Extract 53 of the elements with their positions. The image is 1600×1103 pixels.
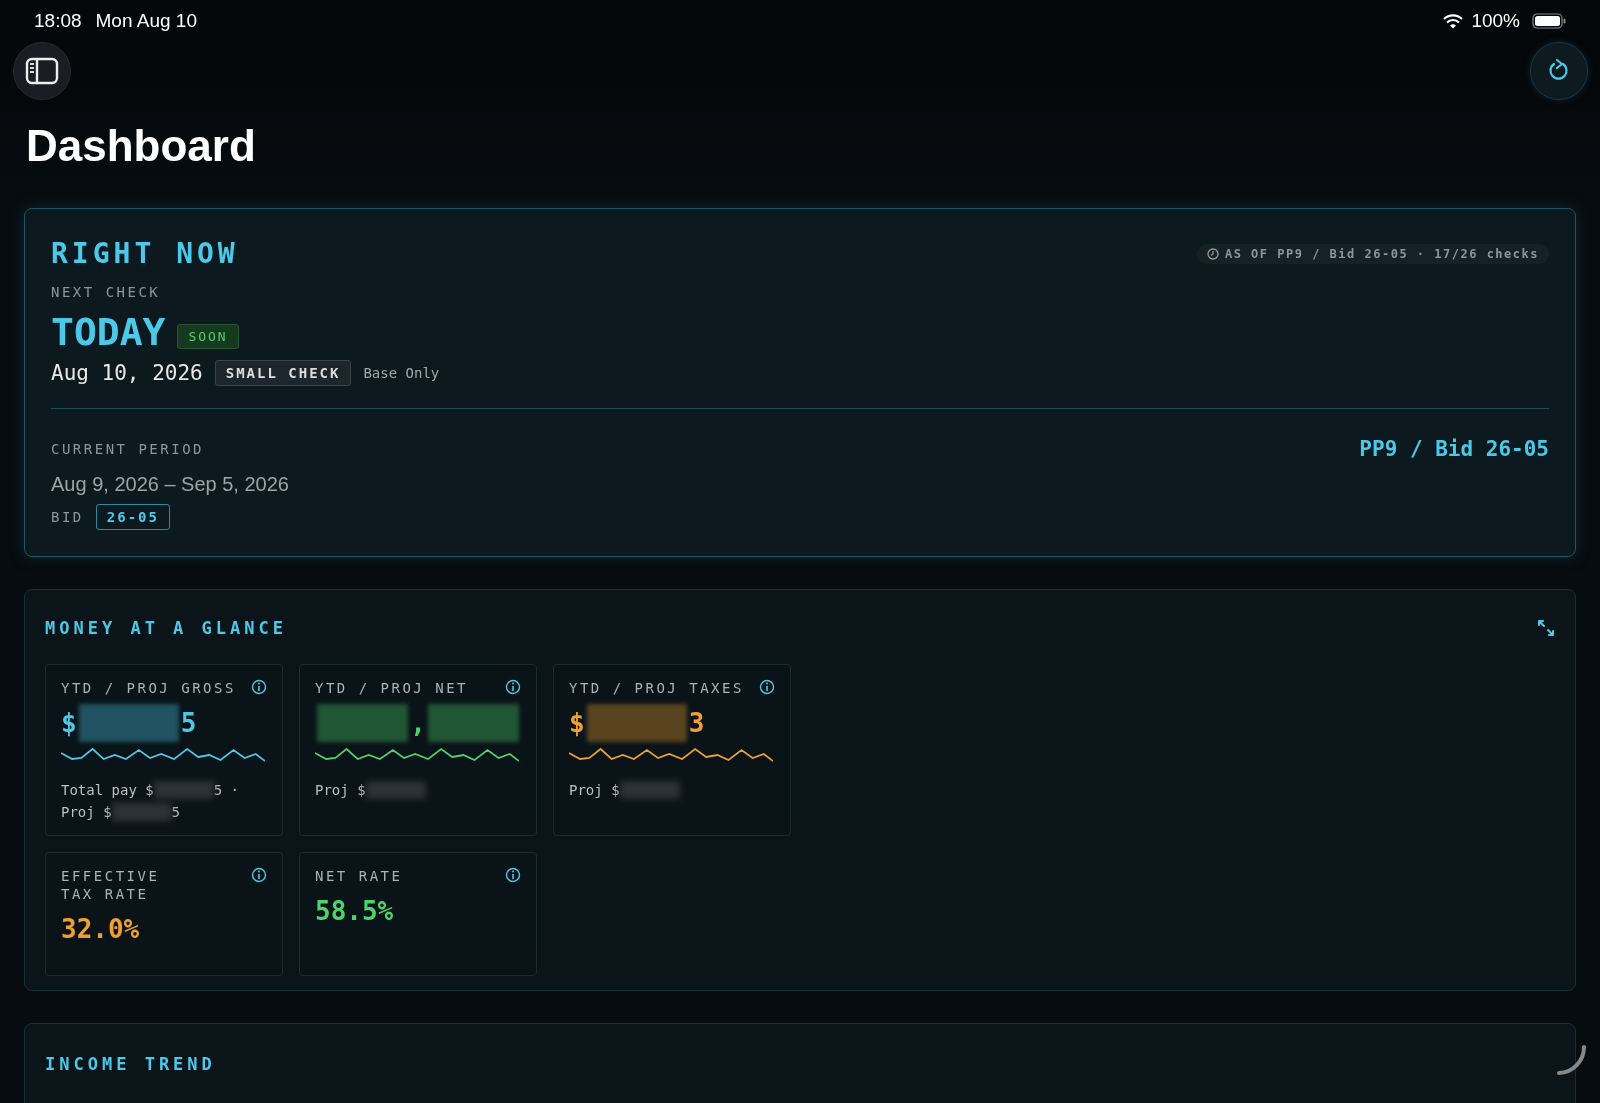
expand-icon[interactable]: [1537, 619, 1555, 637]
status-date: Mon Aug 10: [95, 10, 197, 32]
clock-icon: [1206, 247, 1219, 260]
metric-value: ,: [410, 708, 426, 738]
check-type-badge: SMALL CHECK: [214, 360, 352, 386]
info-icon[interactable]: [251, 679, 267, 695]
spinner-icon: [1554, 1043, 1588, 1077]
check-note: Base Only: [363, 365, 440, 381]
redaction-blur: [153, 781, 214, 799]
period-dates: Aug 9, 2026 – Sep 5, 2026: [51, 473, 289, 496]
section-heading: MONEY AT A GLANCE: [45, 618, 287, 638]
check-date: Aug 10, 2026: [51, 361, 203, 385]
metric-detail: Proj $: [61, 804, 112, 820]
section-heading: INCOME TREND: [45, 1054, 216, 1074]
metric-value: $: [61, 708, 77, 738]
period-code: PP9 / Bid 26-05: [1359, 437, 1549, 461]
metric-detail: 5 ·: [213, 782, 239, 798]
metric-label: EFFECTIVE TAX RATE: [61, 867, 161, 903]
metric-detail: Proj $: [569, 782, 620, 798]
metric-label: NET RATE: [315, 867, 403, 885]
soon-badge: SOON: [177, 323, 239, 349]
status-time: 18:08: [34, 10, 82, 32]
battery-icon: [1532, 13, 1566, 29]
section-heading: RIGHT NOW: [51, 237, 239, 270]
info-icon[interactable]: [505, 867, 521, 883]
metric-detail: Proj $: [315, 782, 366, 798]
page-title: Dashboard: [26, 120, 256, 172]
metric-detail: 5: [171, 804, 180, 820]
metric-label: YTD / PROJ TAXES: [569, 679, 744, 697]
metric-value: 3: [688, 708, 705, 738]
metric-detail: Total pay $: [61, 782, 154, 798]
redaction-blur: [365, 781, 426, 799]
next-check-day: TODAY: [51, 310, 166, 354]
metric-value: 32.0%: [61, 914, 140, 944]
wifi-icon: [1443, 13, 1464, 29]
redaction-blur: [619, 781, 680, 799]
refresh-button[interactable]: [1530, 42, 1588, 100]
sidebar-icon: [25, 57, 59, 85]
next-check-label: NEXT CHECK: [51, 284, 161, 300]
info-icon[interactable]: [759, 679, 775, 695]
bid-label: BID: [51, 509, 84, 525]
bid-badge: 26-05: [95, 504, 170, 530]
metric-value: 5: [180, 708, 197, 738]
metric-value: 58.5%: [315, 896, 394, 926]
metric-value: $: [569, 708, 585, 738]
as-of-text: AS OF PP9 / Bid 26-05 · 17/26 checks: [1224, 246, 1539, 261]
metric-label: YTD / PROJ GROSS: [61, 679, 236, 697]
metric-label: YTD / PROJ NET: [315, 679, 468, 697]
redaction-blur: [111, 803, 172, 821]
info-icon[interactable]: [251, 867, 267, 883]
battery-percent: 100%: [1471, 10, 1520, 32]
current-period-label: CURRENT PERIOD: [51, 441, 204, 457]
info-icon[interactable]: [505, 679, 521, 695]
